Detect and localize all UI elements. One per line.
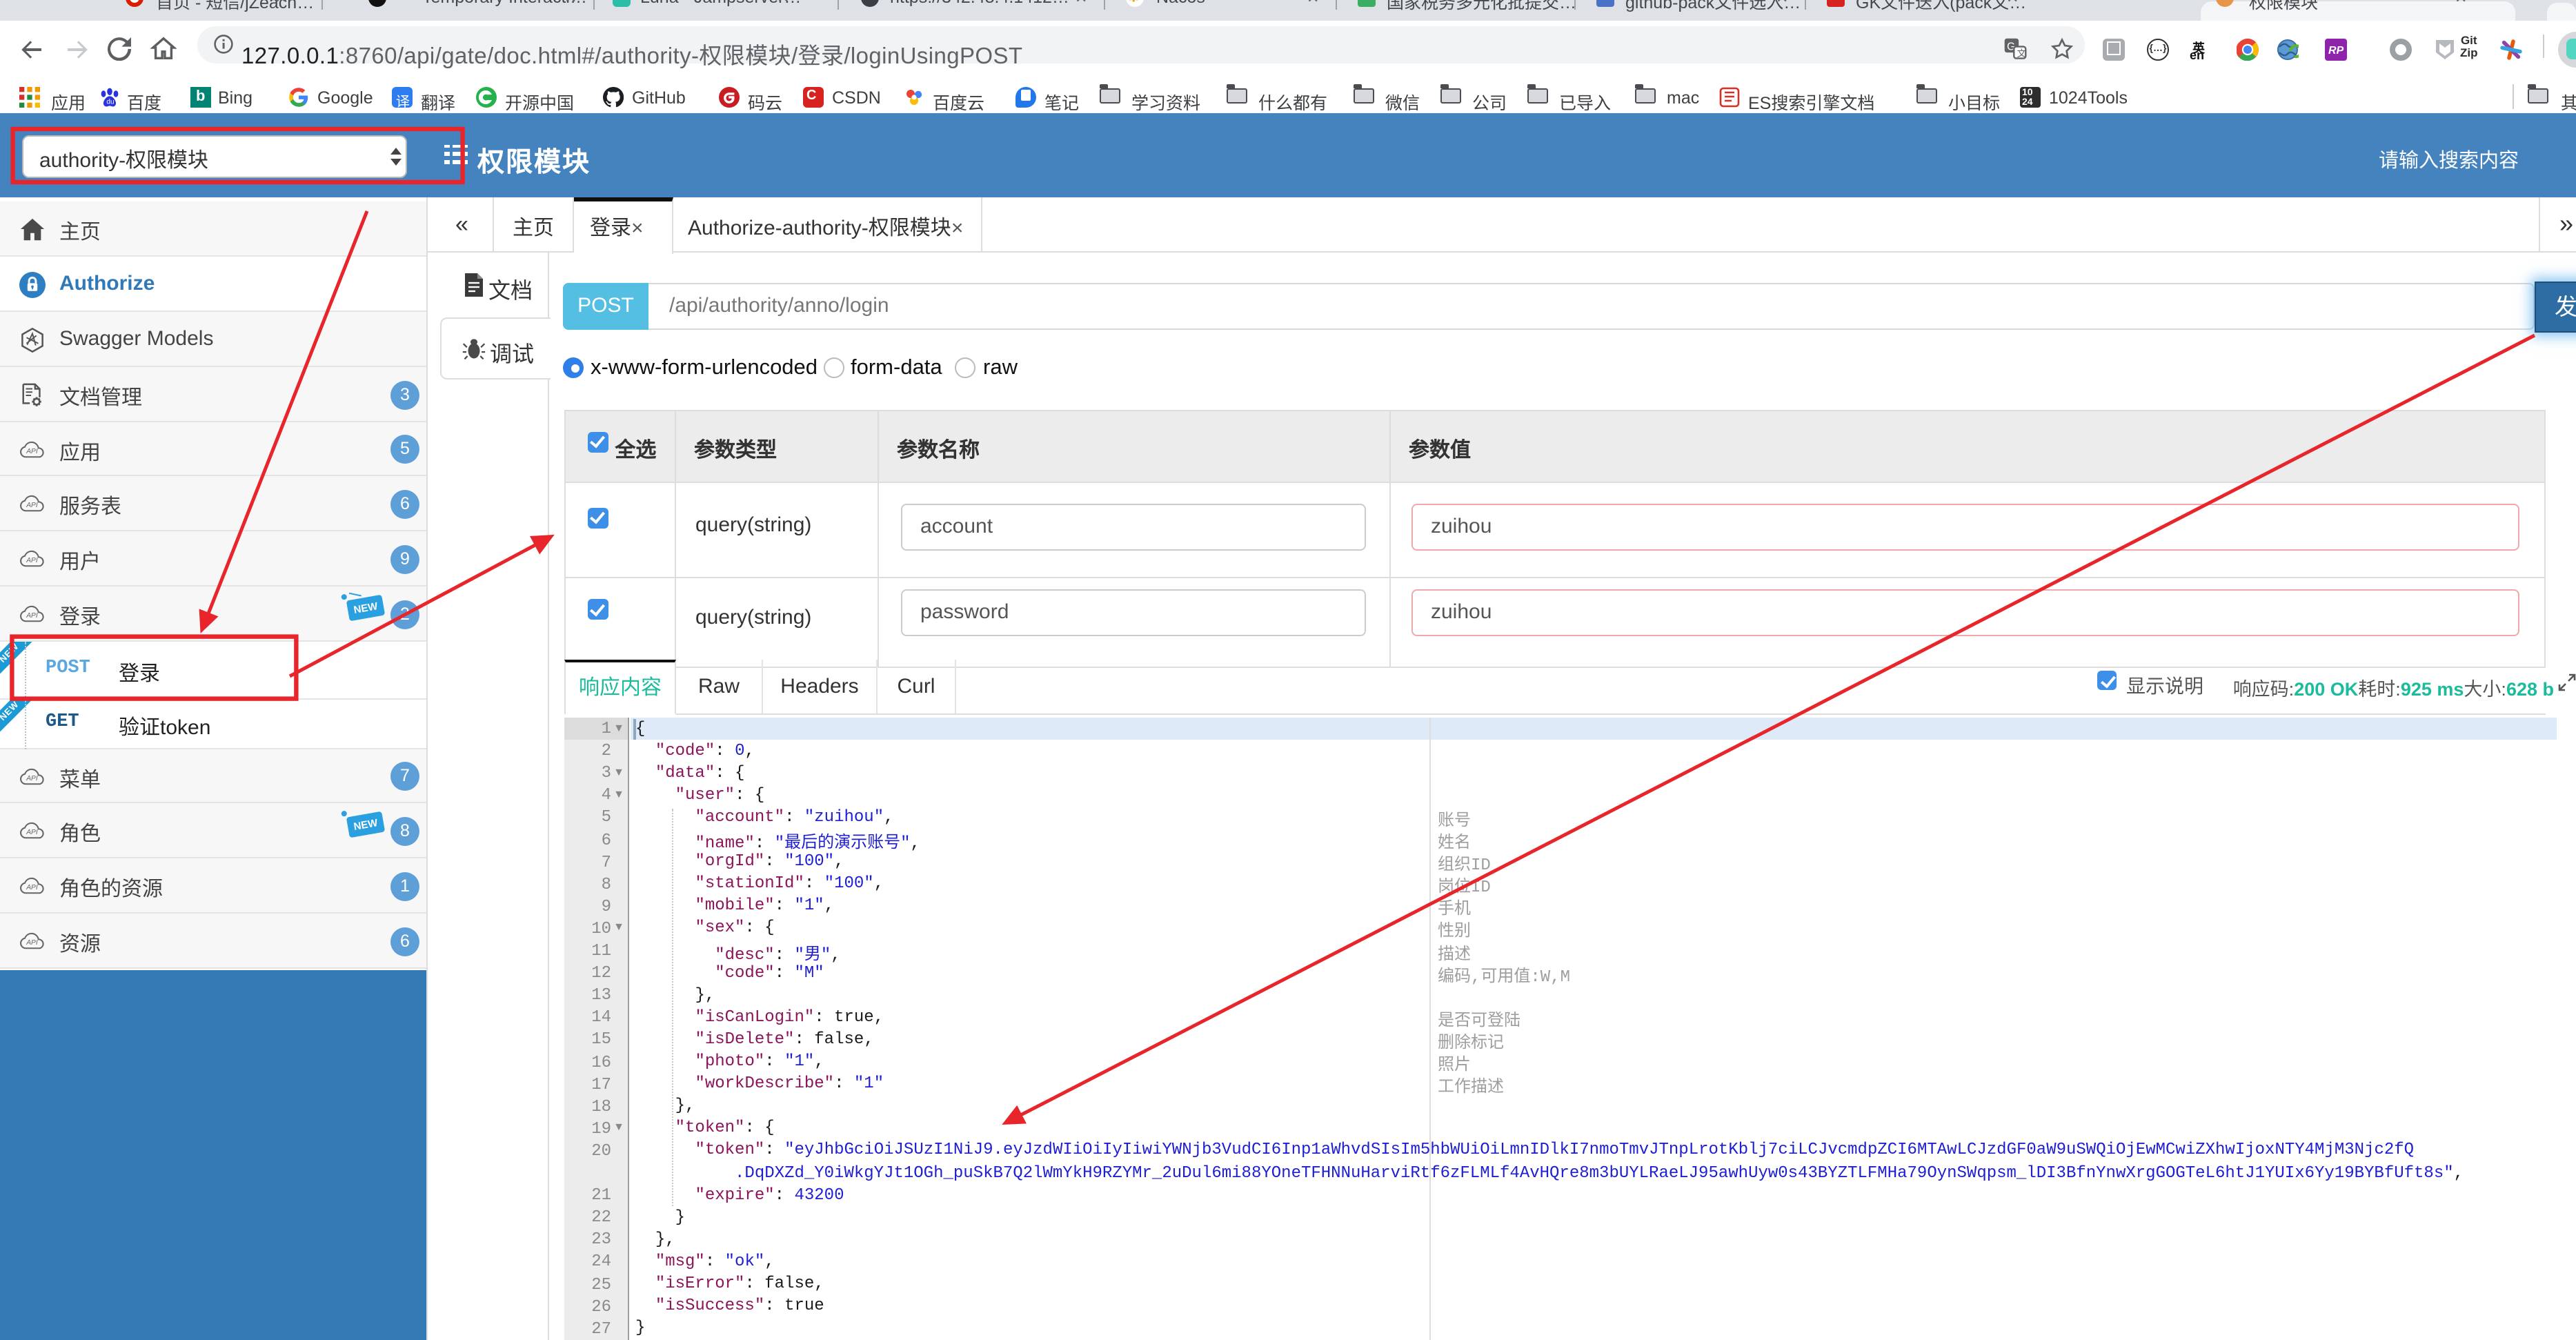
- svg-text:du: du: [106, 99, 114, 106]
- svg-text:API: API: [26, 884, 38, 891]
- svg-text:API: API: [26, 774, 38, 782]
- svg-text:API: API: [26, 829, 38, 836]
- svg-text:API: API: [26, 939, 38, 947]
- svg-text:API: API: [26, 557, 38, 564]
- svg-text:文: 文: [2017, 48, 2027, 59]
- svg-text:API: API: [26, 502, 38, 509]
- svg-text:API: API: [26, 612, 38, 620]
- svg-text:API: API: [26, 448, 38, 455]
